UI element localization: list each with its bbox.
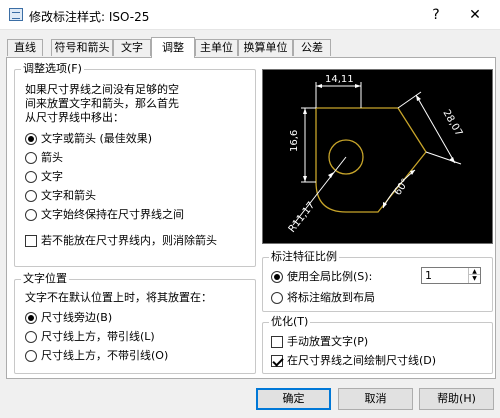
finetune-group: 优化(T) 手动放置文字(P) 在尺寸界线之间绘制尺寸线(D) — [262, 315, 493, 374]
checkbox-indicator — [271, 336, 283, 348]
radio-arrows[interactable]: 箭头 — [25, 150, 63, 166]
radio-label: 尺寸线上方，带引线(L) — [41, 330, 155, 343]
text-placement-title: 文字位置 — [21, 272, 69, 286]
checkbox-suppress-arrows[interactable]: 若不能放在尺寸界线内，则消除箭头 — [25, 233, 217, 249]
radio-indicator — [25, 312, 37, 324]
global-scale-value: 1 — [425, 269, 432, 282]
spin-buttons: ▲ ▼ — [468, 268, 480, 283]
radio-scale-to-layout[interactable]: 将标注缩放到布局 — [271, 290, 375, 306]
checkbox-indicator — [271, 355, 283, 367]
radio-beside-dim-line[interactable]: 尺寸线旁边(B) — [25, 310, 112, 326]
radio-indicator — [25, 152, 37, 164]
finetune-title: 优化(T) — [269, 315, 311, 329]
preview-drawing: 14,11 16,6 28,07 60° R11,17 — [287, 74, 465, 235]
radio-label: 文字或箭头 (最佳效果) — [41, 132, 153, 145]
preview-part-outline — [315, 107, 427, 213]
tab-alternate-units[interactable]: 换算单位 — [238, 39, 293, 56]
radio-indicator — [25, 331, 37, 343]
checkbox-label: 在尺寸界线之间绘制尺寸线(D) — [287, 354, 437, 367]
preview-dim-right: 28,07 — [440, 108, 464, 138]
spin-down-icon[interactable]: ▼ — [469, 275, 480, 282]
preview-arrowheads — [303, 84, 455, 208]
text-placement-group: 文字位置 文字不在默认位置上时，将其放置在： 尺寸线旁边(B) 尺寸线上方，带引… — [14, 272, 256, 374]
radio-indicator — [25, 350, 37, 362]
fit-description-line: 间来放置文字和箭头，那么首先 — [25, 97, 179, 110]
tab-text[interactable]: 文字 — [113, 39, 151, 56]
checkbox-draw-dim-line-between[interactable]: 在尺寸界线之间绘制尺寸线(D) — [271, 353, 436, 369]
radio-text-or-arrows[interactable]: 文字或箭头 (最佳效果) — [25, 131, 152, 147]
title-bar: 修改标注样式: ISO-25 ? ✕ — [0, 0, 500, 30]
help-button[interactable]: 帮助(H) — [419, 388, 494, 410]
tab-primary-units[interactable]: 主单位 — [195, 39, 238, 56]
radio-label: 尺寸线上方，不带引线(O) — [41, 349, 169, 362]
window-title: 修改标注样式: ISO-25 — [29, 10, 150, 24]
tab-panel-fit: 调整选项(F) 如果尺寸界线之间没有足够的空 间来放置文字和箭头，那么首先 从尺… — [6, 57, 496, 379]
app-icon — [9, 8, 23, 21]
radio-label: 文字始终保持在尺寸界线之间 — [41, 208, 184, 221]
dimension-preview: 14,11 16,6 28,07 60° R11,17 — [262, 69, 493, 244]
radio-indicator — [25, 133, 37, 145]
radio-text-between-ext-lines[interactable]: 文字始终保持在尺寸界线之间 — [25, 207, 184, 223]
cancel-button[interactable]: 取消 — [338, 388, 413, 410]
radio-global-scale[interactable]: 使用全局比例(S): — [271, 269, 372, 285]
radio-label: 文字 — [41, 170, 63, 183]
checkbox-label: 若不能放在尺寸界线内，则消除箭头 — [41, 234, 217, 247]
scale-title: 标注特征比例 — [269, 250, 339, 264]
close-icon[interactable]: ✕ — [462, 4, 488, 26]
radio-text-and-arrows[interactable]: 文字和箭头 — [25, 188, 96, 204]
checkbox-label: 手动放置文字(P) — [287, 335, 369, 348]
radio-label: 尺寸线旁边(B) — [41, 311, 113, 324]
fit-description-line: 从尺寸界线中移出： — [25, 111, 124, 124]
radio-indicator — [25, 171, 37, 183]
spin-up-icon[interactable]: ▲ — [469, 268, 480, 275]
checkbox-place-text-manually[interactable]: 手动放置文字(P) — [271, 334, 368, 350]
tab-fit[interactable]: 调整 — [151, 37, 195, 58]
tab-symbols-arrows[interactable]: 符号和箭头 — [51, 39, 113, 56]
preview-dim-top: 14,11 — [325, 74, 354, 85]
tab-tolerances[interactable]: 公差 — [293, 39, 331, 56]
global-scale-input[interactable]: 1 ▲ ▼ — [421, 267, 481, 284]
radio-text[interactable]: 文字 — [25, 169, 63, 185]
preview-dimension-lines — [292, 82, 462, 226]
radio-indicator — [271, 271, 283, 283]
fit-options-title: 调整选项(F) — [21, 62, 84, 76]
preview-dim-angle: 60° — [392, 177, 411, 198]
preview-dim-left: 16,6 — [289, 130, 300, 152]
tab-lines[interactable]: 直线 — [7, 39, 43, 56]
dialog-client: 直线 符号和箭头 文字 调整 主单位 换算单位 公差 调整选项(F) 如果尺寸界… — [0, 30, 500, 418]
radio-indicator — [25, 209, 37, 221]
scale-group: 标注特征比例 使用全局比例(S): 将标注缩放到布局 — [262, 250, 493, 312]
ok-button[interactable]: 确定 — [256, 388, 331, 410]
radio-label: 文字和箭头 — [41, 189, 96, 202]
radio-label: 箭头 — [41, 151, 63, 164]
checkbox-indicator — [25, 235, 37, 247]
radio-over-dim-line-no-leader[interactable]: 尺寸线上方，不带引线(O) — [25, 348, 168, 364]
text-placement-description: 文字不在默认位置上时，将其放置在： — [25, 291, 212, 304]
fit-description-line: 如果尺寸界线之间没有足够的空 — [25, 83, 179, 96]
radio-over-dim-line-leader[interactable]: 尺寸线上方，带引线(L) — [25, 329, 155, 345]
radio-label: 将标注缩放到布局 — [287, 291, 375, 304]
radio-indicator — [25, 190, 37, 202]
preview-dim-radius: R11,17 — [287, 200, 318, 235]
radio-indicator — [271, 292, 283, 304]
help-icon[interactable]: ? — [424, 4, 448, 26]
fit-options-group: 调整选项(F) 如果尺寸界线之间没有足够的空 间来放置文字和箭头，那么首先 从尺… — [14, 62, 256, 267]
radio-label: 使用全局比例(S): — [287, 270, 373, 283]
